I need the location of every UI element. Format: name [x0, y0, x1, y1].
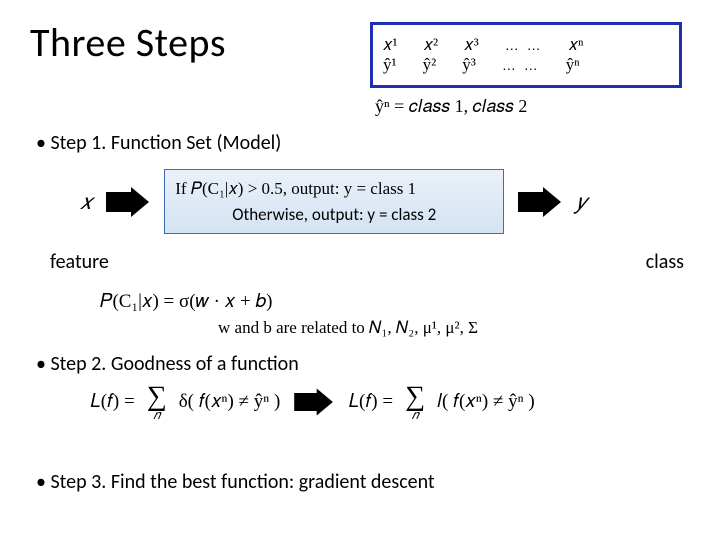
sigma-icon-2: ∑ 𝑛 [405, 384, 425, 421]
x1: 𝑥¹ [383, 35, 398, 55]
yhat3: ŷ³ [462, 55, 476, 75]
notation-row-x: 𝑥¹ 𝑥² 𝑥³ … … 𝑥ⁿ [383, 35, 669, 55]
decision-rule-box: If 𝑃(C₁|𝑥) > 0.5, output: y = class 1 Ot… [164, 169, 504, 234]
output-y: 𝑦 [576, 189, 586, 215]
arrow-icon-3 [295, 392, 335, 414]
ellipsis-2: … … [502, 57, 540, 73]
yhat-class-eq: ŷⁿ = 𝑐𝑙𝑎𝑠𝑠 1, 𝑐𝑙𝑎𝑠𝑠 2 [375, 96, 527, 117]
yhatn: ŷⁿ [566, 55, 580, 75]
loss-left-pre: 𝐿(𝑓) = [90, 391, 135, 413]
slide-title: Three Steps [30, 18, 226, 67]
rule-line-1: If 𝑃(C₁|𝑥) > 0.5, output: y = class 1 [175, 176, 493, 202]
yhat2: ŷ² [423, 55, 437, 75]
input-x: 𝑥 [80, 189, 92, 215]
feature-label: feature [50, 250, 109, 274]
arrow-icon [106, 190, 150, 214]
ellipsis: … … [505, 37, 543, 53]
notation-row-yhat: ŷ¹ ŷ² ŷ³ … … ŷⁿ [383, 55, 669, 75]
step3-heading: Step 3. Find the best function: gradient… [36, 470, 435, 494]
step1-heading: Step 1. Function Set (Model) [36, 131, 690, 155]
data-notation-box: 𝑥¹ 𝑥² 𝑥³ … … 𝑥ⁿ ŷ¹ ŷ² ŷ³ … … ŷⁿ [370, 22, 682, 88]
step1-diagram: 𝑥 If 𝑃(C₁|𝑥) > 0.5, output: y = class 1 … [80, 169, 690, 234]
arrow-icon-2 [518, 190, 562, 214]
sigma-symbol: ∑ [147, 384, 167, 409]
posterior-sigmoid-eq: 𝑃(C₁|𝑥) = σ(𝑤 · 𝑥 + 𝑏) [100, 291, 272, 313]
steps-list: Step 1. Function Set (Model) 𝑥 If 𝑃(C₁|𝑥… [30, 131, 690, 234]
rule-line-2: Otherwise, output: y = class 2 [175, 202, 493, 228]
x2: 𝑥² [424, 35, 439, 55]
slide: Three Steps 𝑥¹ 𝑥² 𝑥³ … … 𝑥ⁿ ŷ¹ ŷ² ŷ³ … …… [0, 0, 720, 540]
sigma-icon: ∑ 𝑛 [147, 384, 167, 421]
loss-left-term: δ( 𝑓(𝑥ⁿ) ≠ ŷⁿ ) [179, 391, 281, 413]
loss-right-term: 𝑙( 𝑓(𝑥ⁿ) ≠ ŷⁿ ) [437, 391, 535, 413]
loss-right-pre: 𝐿(𝑓) = [348, 391, 393, 413]
class-label: class [646, 250, 684, 274]
sigma-index-2: 𝑛 [412, 409, 419, 421]
xn: 𝑥ⁿ [569, 35, 584, 55]
loss-equations: 𝐿(𝑓) = ∑ 𝑛 δ( 𝑓(𝑥ⁿ) ≠ ŷⁿ ) 𝐿(𝑓) = ∑ 𝑛 𝑙(… [90, 384, 535, 421]
sigma-index: 𝑛 [153, 409, 160, 421]
sigma-symbol-2: ∑ [405, 384, 425, 409]
x3: 𝑥³ [464, 35, 479, 55]
yhat1: ŷ¹ [383, 55, 397, 75]
step2-heading: Step 2. Goodness of a function [36, 352, 299, 376]
wb-relation: w and b are related to 𝑁₁, 𝑁₂, μ¹, μ², Σ [218, 318, 478, 338]
